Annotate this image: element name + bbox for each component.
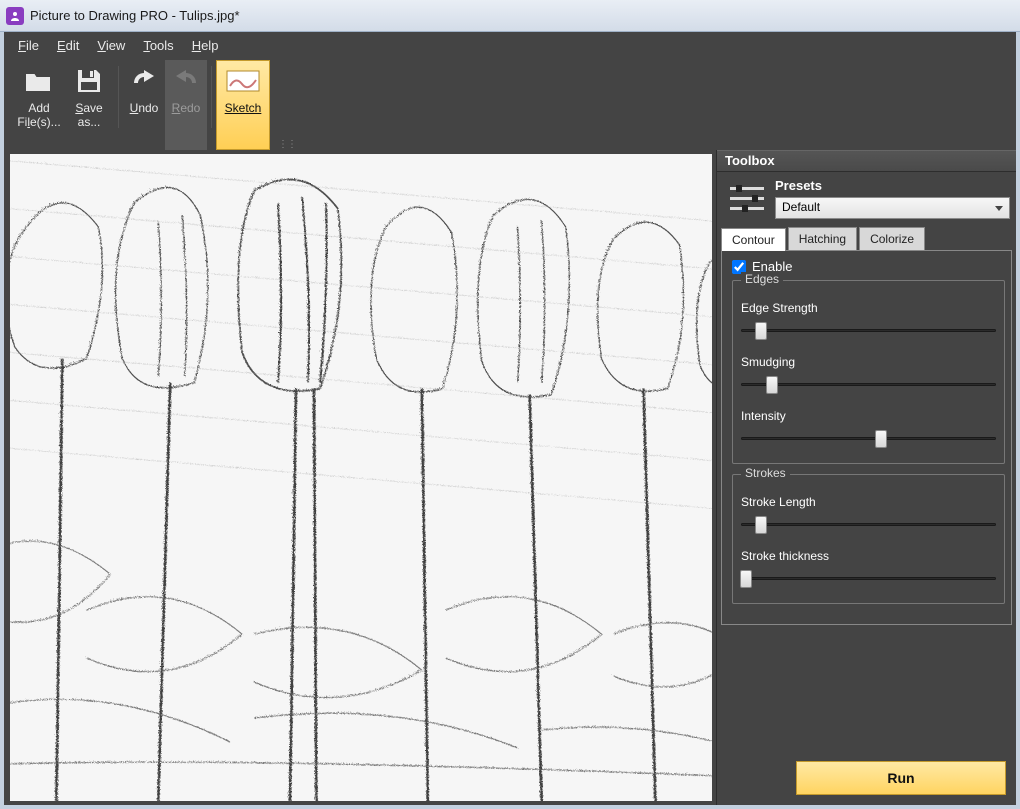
- window-title: Picture to Drawing PRO - Tulips.jpg*: [30, 8, 240, 23]
- menu-file[interactable]: File: [18, 38, 39, 53]
- redo-button[interactable]: Redo: [165, 60, 207, 150]
- intensity-slider[interactable]: [741, 429, 996, 449]
- edges-group: Edges Edge Strength Smudging Intensity: [732, 280, 1005, 464]
- menu-edit[interactable]: Edit: [57, 38, 79, 53]
- toolbox-panel: Toolbox Presets Default Contour Hatching…: [716, 150, 1016, 805]
- stroke-thickness-label: Stroke thickness: [741, 549, 996, 563]
- save-as-button[interactable]: Saveas...: [64, 60, 114, 150]
- toolbar-separator: [118, 66, 119, 128]
- toolbar: AddFile(s)... Saveas... Undo Redo Sketch…: [4, 58, 1016, 150]
- edges-legend: Edges: [741, 272, 783, 286]
- menu-help[interactable]: Help: [192, 38, 219, 53]
- stroke-length-slider[interactable]: [741, 515, 996, 535]
- sketch-label: Sketch: [225, 101, 262, 115]
- toolbox-title: Toolbox: [717, 150, 1016, 172]
- presets-value: Default: [782, 200, 820, 214]
- presets-icon: [729, 181, 765, 217]
- image-canvas[interactable]: [10, 154, 712, 801]
- presets-dropdown[interactable]: Default: [775, 197, 1010, 219]
- tab-hatching[interactable]: Hatching: [788, 227, 857, 250]
- save-as-label-2: as...: [78, 115, 101, 129]
- title-bar: Picture to Drawing PRO - Tulips.jpg*: [0, 0, 1020, 32]
- edge-strength-slider[interactable]: [741, 321, 996, 341]
- tab-colorize[interactable]: Colorize: [859, 227, 925, 250]
- strokes-legend: Strokes: [741, 466, 790, 480]
- app-icon: [6, 7, 24, 25]
- folder-open-icon: [22, 67, 56, 95]
- undo-icon: [127, 67, 161, 95]
- menu-view[interactable]: View: [97, 38, 125, 53]
- sketch-button[interactable]: Sketch: [216, 60, 270, 150]
- tab-contour[interactable]: Contour: [721, 228, 786, 251]
- toolbar-separator: [211, 66, 212, 128]
- save-icon: [72, 67, 106, 95]
- stroke-length-label: Stroke Length: [741, 495, 996, 509]
- sketch-icon: [226, 67, 260, 95]
- stroke-thickness-slider[interactable]: [741, 569, 996, 589]
- undo-button[interactable]: Undo: [123, 60, 165, 150]
- toolbar-grip: ⋮⋮: [278, 139, 284, 150]
- menu-tools[interactable]: Tools: [143, 38, 173, 53]
- add-file-button[interactable]: AddFile(s)...: [14, 60, 64, 150]
- run-button[interactable]: Run: [796, 761, 1006, 795]
- add-file-label-1: Add: [28, 101, 49, 115]
- tab-body-contour: Enable Edges Edge Strength Smudging Inte…: [721, 250, 1012, 625]
- smudging-label: Smudging: [741, 355, 996, 369]
- menu-bar: File Edit View Tools Help: [4, 32, 1016, 58]
- smudging-slider[interactable]: [741, 375, 996, 395]
- redo-icon: [169, 67, 203, 95]
- intensity-label: Intensity: [741, 409, 996, 423]
- toolbox-tabs: Contour Hatching Colorize: [717, 223, 1016, 250]
- strokes-group: Strokes Stroke Length Stroke thickness: [732, 474, 1005, 604]
- presets-label: Presets: [775, 178, 1010, 193]
- canvas-area: [4, 150, 716, 805]
- edge-strength-label: Edge Strength: [741, 301, 996, 315]
